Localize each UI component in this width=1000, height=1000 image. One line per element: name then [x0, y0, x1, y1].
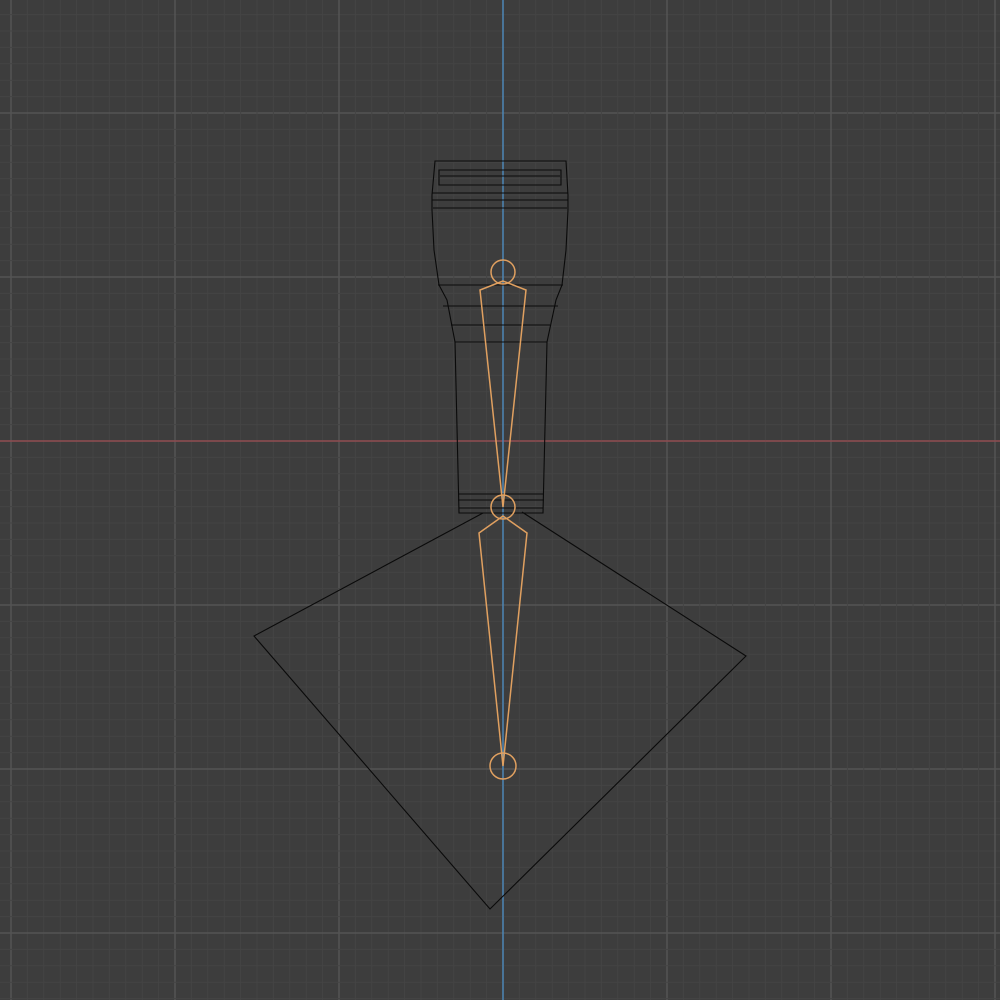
- plane-edges: [253, 511, 747, 910]
- flashlight-body-bands: [458, 493, 544, 509]
- plane-mesh[interactable]: [253, 511, 747, 910]
- flashlight-mesh[interactable]: [431, 160, 569, 514]
- 3d-viewport[interactable]: [0, 0, 1000, 1000]
- flashlight-head: [431, 160, 569, 343]
- flashlight-head-bands: [438, 284, 563, 326]
- viewport-canvas[interactable]: [0, 0, 1000, 1000]
- flashlight-head-rim: [432, 169, 568, 209]
